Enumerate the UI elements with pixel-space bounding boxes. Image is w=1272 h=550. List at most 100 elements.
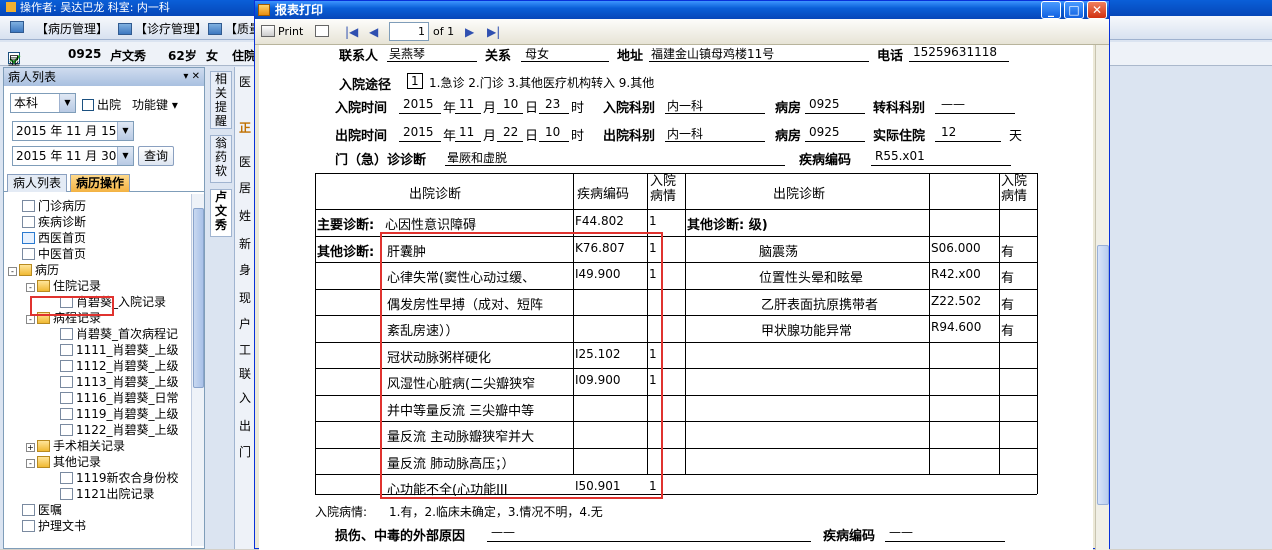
tree-node[interactable]: - 住院记录 [26,278,101,294]
main-diag: 心因性意识障碍 [385,218,477,233]
tree-node[interactable]: 疾病诊断 [22,214,86,230]
collapse-icon[interactable]: - [26,459,35,468]
menu-medical-record[interactable]: 【病历管理】 [36,20,108,37]
tree-node[interactable]: + 手术相关记录 [26,438,125,454]
maximize-button[interactable]: □ [1064,1,1084,19]
cond-note-label: 入院病情: [315,505,368,519]
discharge-hour: 10 [545,125,561,139]
table-rule [1037,173,1038,474]
tree-node[interactable]: 1122_肖碧葵_上级 [60,422,179,438]
form-field-label: 出 [239,419,252,433]
prev-page-button[interactable]: ◀ [369,23,378,41]
pin-icon[interactable]: ▾ ✕ [183,68,200,86]
tree-node[interactable]: 1111_肖碧葵_上级 [60,342,179,358]
vtab-reminders[interactable]: 相关提醒 [210,71,232,129]
tree-node[interactable]: - 其他记录 [26,454,101,470]
minimize-button[interactable]: _ [1041,1,1061,19]
admit-dept: 内一科 [667,99,704,113]
tree-node[interactable]: 西医首页 [22,230,86,246]
tree-node[interactable]: 1113_肖碧葵_上级 [60,374,179,390]
report-print-dialog: 报表打印 _ □ ✕ Print |◀ ◀ 1 of 1 ▶ ▶| 联系人 吴燕… [254,0,1110,550]
function-key-button[interactable]: 功能键 ▾ [132,96,178,113]
collapse-icon[interactable]: - [26,283,35,292]
next-page-button[interactable]: ▶ [465,23,474,41]
tree-node[interactable]: 1112_肖碧葵_上级 [60,358,179,374]
underline [885,541,1005,542]
scroll-thumb[interactable] [1097,245,1109,505]
document-icon [60,408,73,420]
diag-row-cond: 有 [1001,324,1015,339]
main-diag-cond: 1 [649,214,657,228]
tree-node[interactable]: 护理文书 [22,518,86,534]
page-number-input[interactable]: 1 [389,22,429,41]
discharge-month: 11 [459,125,475,139]
first-page-button[interactable]: |◀ [345,23,358,41]
patient-more: 住院 [232,49,257,63]
folder-icon [37,456,50,468]
date-to-picker[interactable]: 2015 年 11 月 30 ▼ [12,146,134,166]
export-button[interactable] [315,23,332,41]
tree-node-label: 1119新农合身份校 [76,471,179,485]
tree-node-label: 1119_肖碧葵_上级 [76,407,179,421]
vtab-patient[interactable]: 卢文秀 [210,189,232,237]
admit-day: 10 [503,97,519,111]
tree-node-label: 住院记录 [53,279,102,293]
tree-node[interactable]: 中医首页 [22,246,86,262]
tree-node[interactable]: 1116_肖碧葵_日常 [60,390,179,406]
app-title: 操作者: 吴达巴龙 科室: 内一科 [20,1,170,14]
form-field-label: 姓 [239,209,252,223]
dept-select[interactable]: 本科 ▼ [10,93,76,113]
date-from-picker[interactable]: 2015 年 11 月 15 ▼ [12,121,134,141]
tree-node[interactable]: 门诊病历 [22,198,86,214]
patient-name: 卢文秀 [110,49,147,63]
treatment-icon [118,23,132,35]
form-field-label: 户 [239,317,252,331]
discharge-time-label: 出院时间 [335,129,388,144]
tab-record-ops[interactable]: 病历操作 [70,174,131,192]
form-field-label: 联 [239,367,252,381]
scroll-thumb[interactable] [193,208,204,388]
tree-node[interactable]: 医嘱 [22,502,62,518]
tab-patient-list[interactable]: 病人列表 [7,174,68,192]
panel-header: 病人列表 ▾ ✕ [4,68,204,86]
underline [539,141,569,142]
document-icon [22,520,35,532]
tree-node-label: 其他记录 [53,455,102,469]
page-count: of 1 [433,25,455,38]
form-field-label: 现 [239,291,252,305]
collapse-icon[interactable]: - [8,267,17,276]
tree-node[interactable]: 1119新农合身份校 [60,470,179,486]
menu-treatment-mgmt[interactable]: 【诊疗管理】 [118,20,207,37]
patient-age: 62岁 [168,49,197,63]
document-icon [60,472,73,484]
toolbar-icon [10,21,24,33]
query-button[interactable]: 查询 [138,146,174,166]
calendar-dropdown-icon: ▼ [117,147,133,165]
tree-node[interactable]: - 病历 [8,262,59,278]
underline [665,141,765,142]
vtab-drugs[interactable]: 翁药软 [210,135,232,183]
phone-label: 电话 [877,49,904,64]
last-page-button[interactable]: ▶| [487,23,500,41]
document-icon [22,200,35,212]
tree-node[interactable]: 1119_肖碧葵_上级 [60,406,179,422]
tree-scrollbar[interactable] [191,194,204,546]
tree-node[interactable]: 肖碧葵_首次病程记 [60,326,178,342]
table-rule [685,173,686,474]
transfer-value: —— [941,97,965,111]
underline [387,61,477,62]
discharged-label: 出院 [97,98,122,112]
record-tree: 门诊病历 疾病诊断 西医首页 中医首页 - 病历 - 住院记录 肖碧葵_入院记录 - 病程记录 肖碧葵… [4,194,190,546]
report-scrollbar[interactable] [1095,45,1109,550]
relation-label: 关系 [485,49,512,64]
tree-node[interactable]: 1121出院记录 [60,486,155,502]
admit-month: 11 [459,97,475,111]
folder-icon [37,440,50,452]
form-field-label: 新 [239,237,252,251]
highlight-annotation [30,296,114,316]
collapse-icon[interactable]: - [26,315,35,324]
close-button[interactable]: ✕ [1087,1,1107,19]
print-button[interactable]: Print [261,23,303,41]
expand-icon[interactable]: + [26,443,35,452]
discharged-checkbox[interactable]: 出院 [82,96,121,113]
